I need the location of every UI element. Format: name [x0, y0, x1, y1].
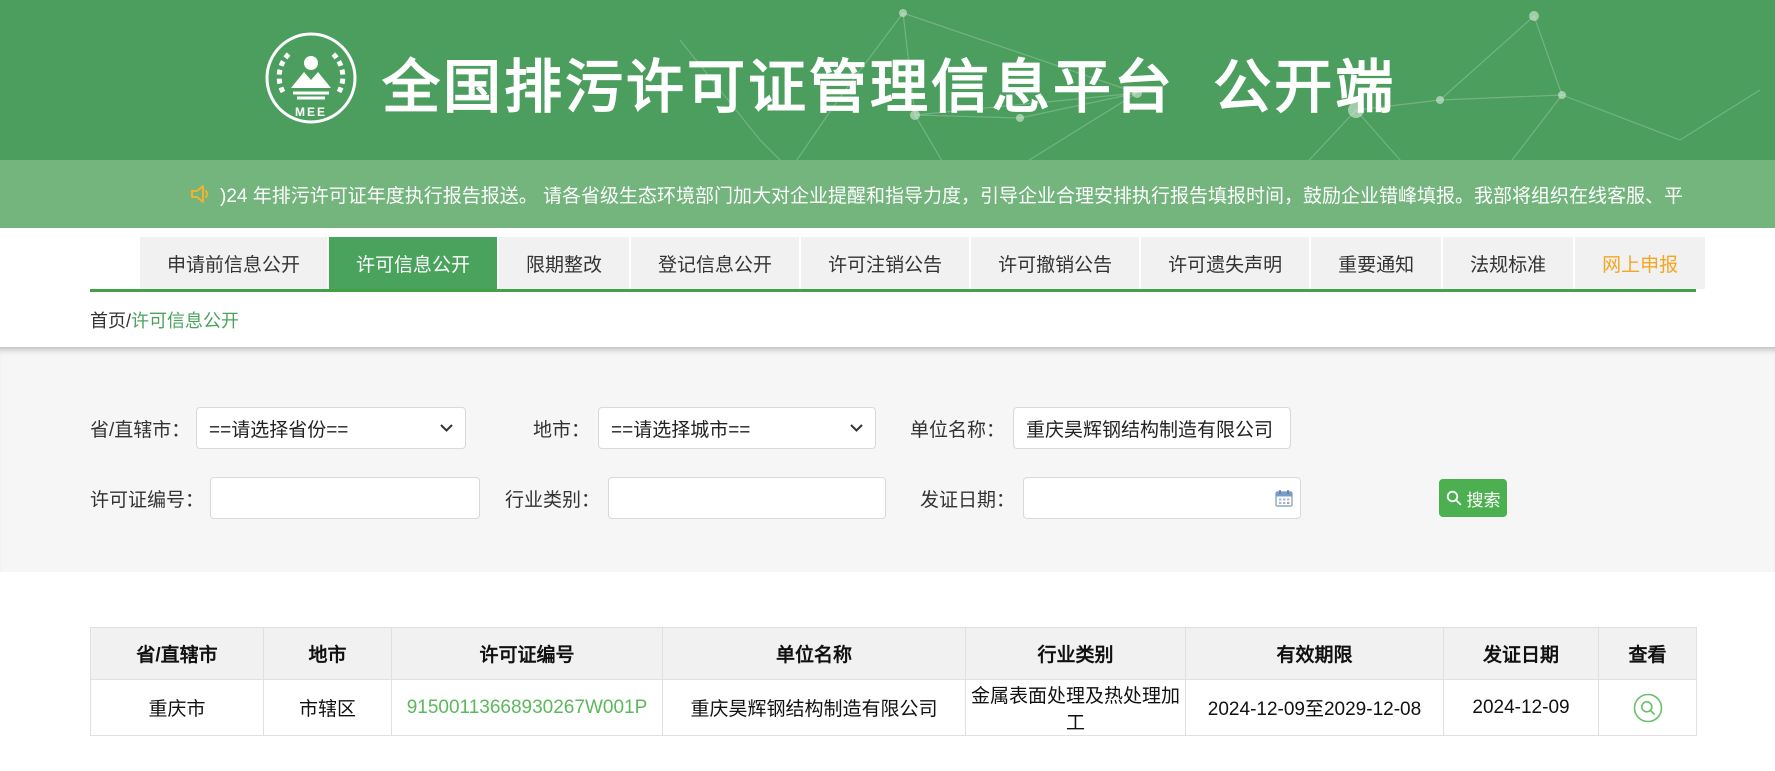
tab-revocation-notice[interactable]: 许可撤销公告 — [971, 237, 1139, 289]
province-select-value: ==请选择省份== — [209, 415, 348, 442]
tab-online-declaration[interactable]: 网上申报 — [1575, 237, 1705, 289]
header-validity-period: 有效期限 — [1186, 628, 1444, 680]
cell-validity-period: 2024-12-09至2029-12-08 — [1186, 680, 1444, 736]
cell-company-name: 重庆昊辉钢结构制造有限公司 — [663, 680, 966, 736]
view-magnifier-icon[interactable] — [1633, 693, 1663, 723]
cell-issue-date: 2024-12-09 — [1444, 680, 1599, 736]
cell-province: 重庆市 — [91, 680, 264, 736]
search-button[interactable]: 搜索 — [1439, 479, 1507, 517]
chevron-down-icon — [440, 424, 453, 432]
form-row-2: 许可证编号： 行业类别： 发证日期： 搜索 — [0, 477, 1775, 519]
tab-bar: 申请前信息公开 许可信息公开 限期整改 登记信息公开 许可注销公告 许可撤销公告… — [90, 237, 1696, 292]
province-label: 省/直辖市： — [90, 415, 188, 442]
header-province: 省/直辖市 — [91, 628, 264, 680]
search-form: 省/直辖市： ==请选择省份== 地市： ==请选择城市== 单位名称： 许可证… — [0, 347, 1775, 572]
tab-important-notice[interactable]: 重要通知 — [1311, 237, 1441, 289]
tab-cancellation-notice[interactable]: 许可注销公告 — [801, 237, 969, 289]
breadcrumb-home-link[interactable]: 首页 — [90, 311, 126, 331]
permit-number-label: 许可证编号： — [90, 485, 202, 512]
issue-date-field — [1023, 477, 1301, 519]
search-icon — [1446, 490, 1462, 506]
calendar-icon[interactable] — [1275, 489, 1293, 507]
announcement-bar: )24 年排污许可证年度执行报告报送。 请各省级生态环境部门加大对企业提醒和指导… — [0, 160, 1775, 228]
header-industry: 行业类别 — [966, 628, 1186, 680]
chevron-down-icon — [850, 424, 863, 432]
header-issue-date: 发证日期 — [1444, 628, 1599, 680]
header-view: 查看 — [1599, 628, 1697, 680]
city-select-value: ==请选择城市== — [611, 415, 750, 442]
province-select[interactable]: ==请选择省份== — [196, 407, 466, 449]
announcement-text: )24 年排污许可证年度执行报告报送。 请各省级生态环境部门加大对企业提醒和指导… — [220, 181, 1683, 208]
cell-industry: 金属表面处理及热处理加工 — [966, 680, 1186, 736]
site-header: MEE 全国排污许可证管理信息平台 公开端 — [0, 0, 1775, 160]
cell-permit-number-link[interactable]: 91500113668930267W001P — [392, 680, 663, 736]
table-header-row: 省/直辖市 地市 许可证编号 单位名称 行业类别 有效期限 发证日期 查看 — [91, 628, 1697, 680]
permit-number-input[interactable] — [210, 477, 480, 519]
results-table: 省/直辖市 地市 许可证编号 单位名称 行业类别 有效期限 发证日期 查看 重庆… — [90, 627, 1697, 736]
issue-date-input[interactable] — [1023, 477, 1301, 519]
industry-label: 行业类别： — [480, 485, 600, 512]
cell-city: 市辖区 — [264, 680, 392, 736]
mee-logo-icon: MEE — [263, 30, 359, 126]
city-select[interactable]: ==请选择城市== — [598, 407, 876, 449]
tab-regulations[interactable]: 法规标准 — [1443, 237, 1573, 289]
city-label: 地市： — [466, 415, 590, 442]
header-company-name: 单位名称 — [663, 628, 966, 680]
search-button-label: 搜索 — [1467, 486, 1501, 511]
issue-date-label: 发证日期： — [886, 485, 1015, 512]
form-row-1: 省/直辖市： ==请选择省份== 地市： ==请选择城市== 单位名称： — [0, 407, 1775, 449]
tab-permit-info[interactable]: 许可信息公开 — [329, 237, 497, 289]
site-title: 全国排污许可证管理信息平台 公开端 — [382, 40, 1396, 124]
breadcrumb: 首页/许可信息公开 — [0, 292, 1775, 347]
cell-view — [1599, 680, 1697, 736]
table-row: 重庆市 市辖区 91500113668930267W001P 重庆昊辉钢结构制造… — [91, 680, 1697, 736]
speaker-icon — [188, 182, 212, 206]
tab-bar-container: 申请前信息公开 许可信息公开 限期整改 登记信息公开 许可注销公告 许可撤销公告… — [0, 228, 1775, 292]
tab-deadline-rectification[interactable]: 限期整改 — [499, 237, 629, 289]
tab-loss-statement[interactable]: 许可遗失声明 — [1141, 237, 1309, 289]
breadcrumb-current: 许可信息公开 — [131, 311, 239, 331]
company-name-label: 单位名称： — [876, 415, 1005, 442]
company-name-input[interactable] — [1013, 407, 1291, 449]
svg-text:MEE: MEE — [295, 105, 327, 119]
industry-input[interactable] — [608, 477, 886, 519]
tab-pre-application-info[interactable]: 申请前信息公开 — [140, 237, 327, 289]
results-table-container: 省/直辖市 地市 许可证编号 单位名称 行业类别 有效期限 发证日期 查看 重庆… — [90, 627, 1696, 736]
tab-registration-info[interactable]: 登记信息公开 — [631, 237, 799, 289]
header-city: 地市 — [264, 628, 392, 680]
header-permit-number: 许可证编号 — [392, 628, 663, 680]
